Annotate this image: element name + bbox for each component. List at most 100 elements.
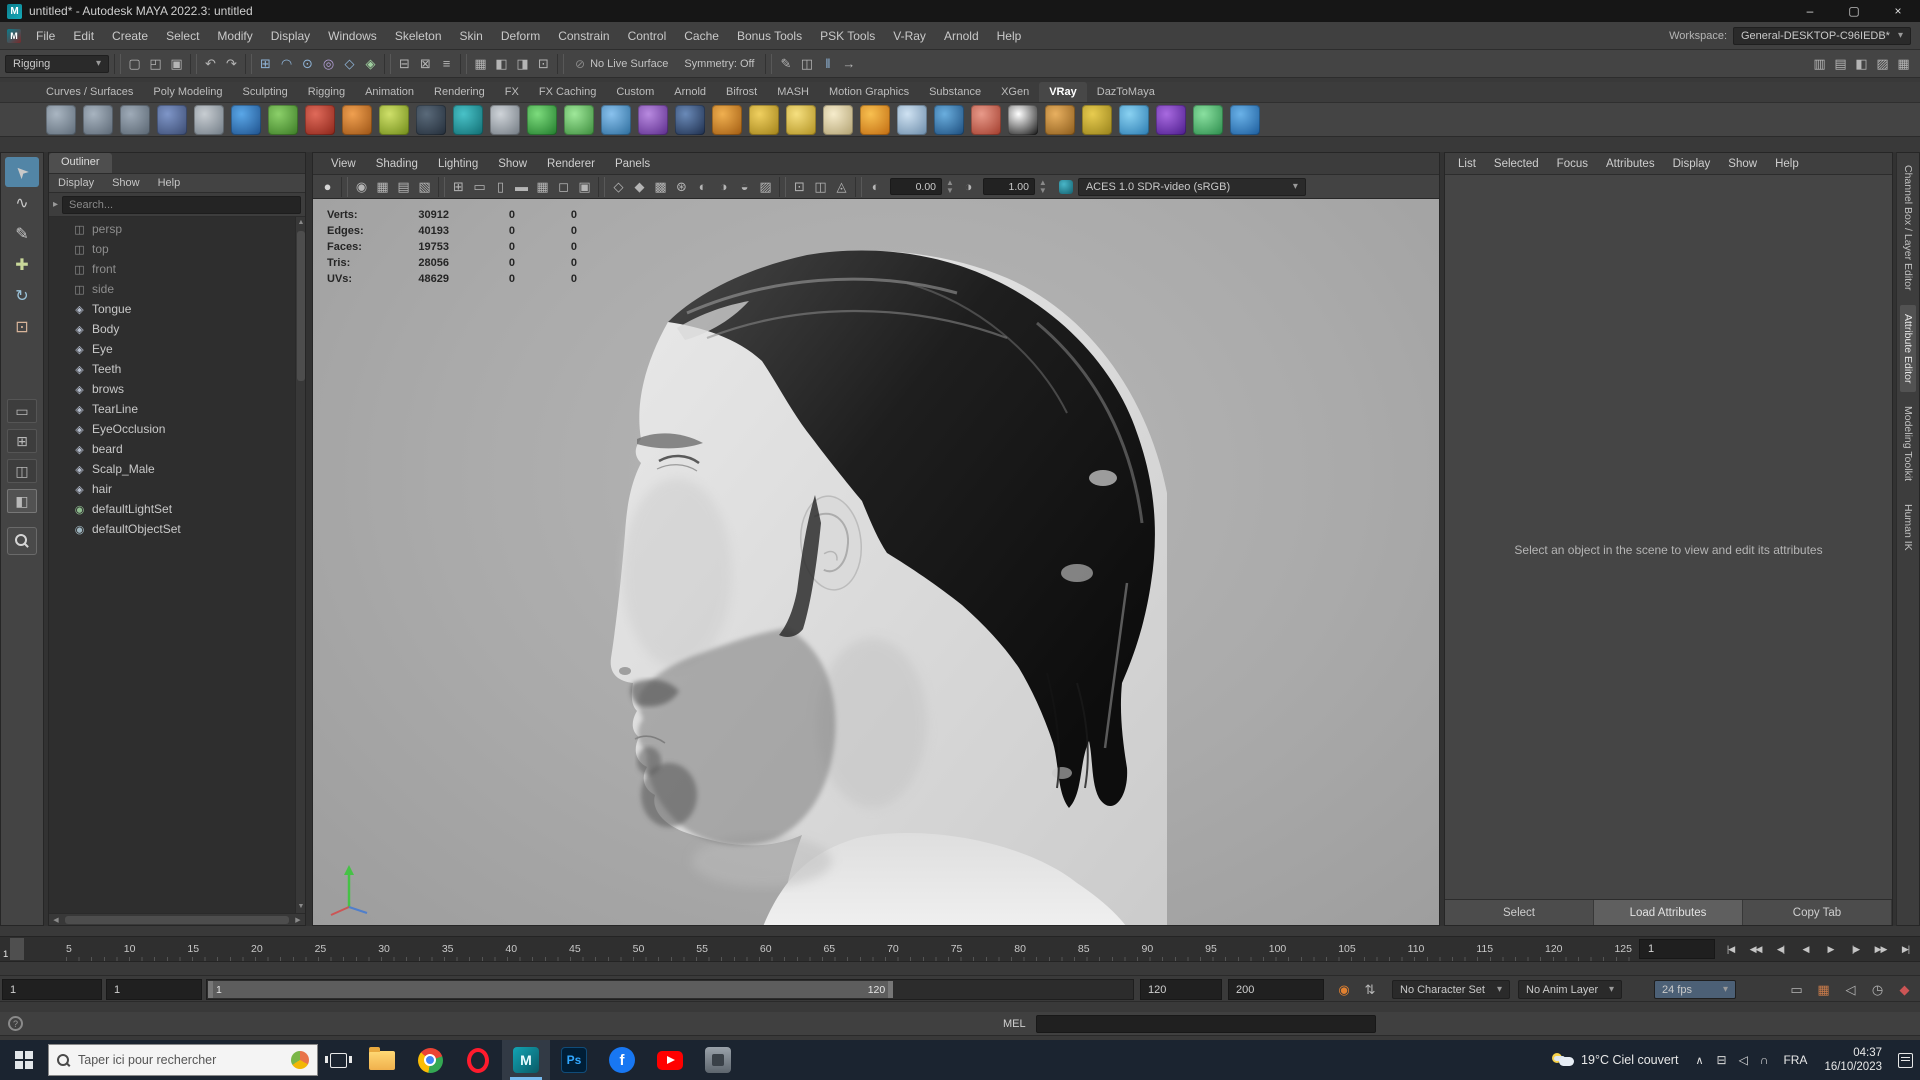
exposure-icon[interactable]: ◐ [865, 177, 886, 197]
menu-item[interactable]: Skeleton [386, 22, 451, 50]
taskbar-youtube[interactable] [646, 1040, 694, 1080]
rotate-tool-icon[interactable]: ↻ [5, 281, 39, 311]
colorspace-dropdown[interactable]: ACES 1.0 SDR-video (sRGB) [1077, 177, 1306, 196]
open-scene-icon[interactable]: ◰ [145, 54, 166, 74]
render-settings-icon[interactable]: ⊡ [533, 54, 554, 74]
step-forward-key-button[interactable]: |▶ [1843, 938, 1868, 960]
shelf-tab[interactable]: Poly Modeling [143, 82, 232, 102]
snap-point-icon[interactable]: ⊙ [297, 54, 318, 74]
frame-tick[interactable]: 5 [66, 943, 72, 955]
construction-history-icon[interactable]: ≡ [436, 54, 457, 74]
outliner-item-body[interactable]: ◈ Body [49, 319, 305, 339]
shelf-camera-orange-icon[interactable] [1045, 104, 1075, 135]
viewport-menu-item[interactable]: Shading [366, 158, 428, 170]
frame-tick[interactable]: 75 [951, 943, 963, 955]
start-button[interactable] [0, 1040, 48, 1080]
shelf-modeling-panel-icon[interactable] [157, 104, 187, 135]
output-connections-icon[interactable]: ⊠ [415, 54, 436, 74]
outliner-search-input[interactable] [62, 195, 301, 214]
paint-select-tool-icon[interactable]: ✎ [5, 219, 39, 249]
outliner-layout-button[interactable] [7, 527, 37, 555]
shelf-tab[interactable]: MASH [767, 82, 819, 102]
layout-two-pane-icon[interactable]: ◫ [7, 459, 37, 483]
character-set-spinner-icon[interactable]: ⇅ [1358, 979, 1382, 1000]
select-camera-icon[interactable]: ◉ [351, 177, 372, 197]
select-button[interactable]: Select [1445, 900, 1594, 925]
shelf-ocean-icon[interactable] [934, 104, 964, 135]
taskbar-chrome[interactable] [406, 1040, 454, 1080]
resolution-gate-icon[interactable]: ▯ [490, 177, 511, 197]
gate-mask-icon[interactable]: ▬ [511, 177, 532, 197]
shelf-spikes-blue-icon[interactable] [601, 104, 631, 135]
menu-item[interactable]: Arnold [935, 22, 988, 50]
make-live-icon[interactable]: ◈ [360, 54, 381, 74]
frame-tick[interactable]: 45 [569, 943, 581, 955]
attribute-editor-menu-item[interactable]: Display [1664, 158, 1720, 170]
menu-item[interactable]: V-Ray [884, 22, 935, 50]
help-icon[interactable]: ? [8, 1016, 23, 1031]
frame-tick[interactable]: 60 [760, 943, 772, 955]
maya-menu-icon[interactable]: M [7, 28, 21, 43]
mel-command-input[interactable] [1035, 1014, 1376, 1033]
shadows-icon[interactable]: ◐ [692, 177, 713, 197]
pause-viewport-icon[interactable]: ‖ [817, 54, 838, 74]
copy-tab-button[interactable]: Copy Tab [1743, 900, 1892, 925]
frame-tick[interactable]: 55 [696, 943, 708, 955]
tool-settings-toggle-icon[interactable]: ◧ [1851, 54, 1872, 74]
language-indicator[interactable]: FRA [1774, 1053, 1816, 1067]
select-tool-icon[interactable]: ➤ [5, 157, 39, 187]
shelf-checker-dark-icon[interactable] [416, 104, 446, 135]
separator[interactable] [384, 53, 391, 74]
render-frame-icon[interactable]: ◧ [491, 54, 512, 74]
taskbar-weather[interactable]: 19°C Ciel couvert [1542, 1040, 1688, 1080]
separator[interactable] [598, 176, 605, 197]
shelf-poly-plane-icon[interactable] [120, 104, 150, 135]
frame-tick[interactable]: 110 [1408, 943, 1425, 955]
shelf-capsule-red-icon[interactable] [971, 104, 1001, 135]
separator[interactable] [779, 176, 786, 197]
playback-end-field[interactable]: 120 [1140, 979, 1222, 1000]
shelf-dome-orange-icon[interactable] [712, 104, 742, 135]
move-tool-icon[interactable]: ✚ [5, 250, 39, 280]
frame-tick[interactable]: 90 [1142, 943, 1154, 955]
no-live-surface-indicator[interactable]: ⊘ No Live Surface [567, 57, 676, 71]
shelf-tab[interactable]: FX Caching [529, 82, 606, 102]
shelf-tab[interactable]: Curves / Surfaces [36, 82, 143, 102]
shelf-poly-sphere-icon[interactable] [46, 104, 76, 135]
frame-tick[interactable]: 85 [1078, 943, 1090, 955]
shelf-grass-icon[interactable] [527, 104, 557, 135]
shelf-tab[interactable]: Rendering [424, 82, 495, 102]
screen-ao-icon[interactable]: ◑ [713, 177, 734, 197]
fps-dropdown[interactable]: 24 fps [1654, 980, 1736, 999]
separator[interactable] [438, 176, 445, 197]
menu-item[interactable]: PSK Tools [811, 22, 884, 50]
save-scene-icon[interactable]: ▣ [166, 54, 187, 74]
frame-tick[interactable]: 125 [1614, 943, 1632, 955]
outliner-item-beard[interactable]: ◈ beard [49, 439, 305, 459]
range-slider-track[interactable]: 1 120 [206, 979, 1134, 1000]
shelf-tab[interactable]: FX [495, 82, 529, 102]
image-plane-icon[interactable]: ▧ [414, 177, 435, 197]
multisample-icon[interactable]: ▨ [755, 177, 776, 197]
outliner-menu-item[interactable]: Show [103, 177, 149, 189]
separator[interactable] [855, 176, 862, 197]
outliner-item-brows[interactable]: ◈ brows [49, 379, 305, 399]
color-management-icon[interactable] [1058, 179, 1073, 194]
hypershade-toggle-icon[interactable]: ▤ [1830, 54, 1851, 74]
shelf-vray-icon[interactable] [1156, 104, 1186, 135]
outliner-item-tongue[interactable]: ◈ Tongue [49, 299, 305, 319]
redo-icon[interactable]: ↷ [221, 54, 242, 74]
frame-tick[interactable]: 35 [442, 943, 454, 955]
animation-end-field[interactable]: 200 [1228, 979, 1324, 1000]
menu-item[interactable]: Edit [64, 22, 103, 50]
shelf-notes-icon[interactable] [194, 104, 224, 135]
workspace-dropdown[interactable]: General-DESKTOP-C96IEDB* [1733, 26, 1911, 45]
outliner-vertical-scrollbar[interactable]: ▲ ▼ [295, 217, 305, 913]
shelf-panel-lightblue-icon[interactable] [897, 104, 927, 135]
shelf-sphere-yellow-icon[interactable] [786, 104, 816, 135]
range-slider-bar[interactable]: 1 120 [208, 981, 894, 998]
taskbar-app-misc[interactable] [694, 1040, 742, 1080]
outliner-item-eye[interactable]: ◈ Eye [49, 339, 305, 359]
tab-modeling-toolkit[interactable]: Modeling Toolkit [1900, 397, 1916, 490]
minimize-button[interactable]: – [1788, 0, 1832, 22]
